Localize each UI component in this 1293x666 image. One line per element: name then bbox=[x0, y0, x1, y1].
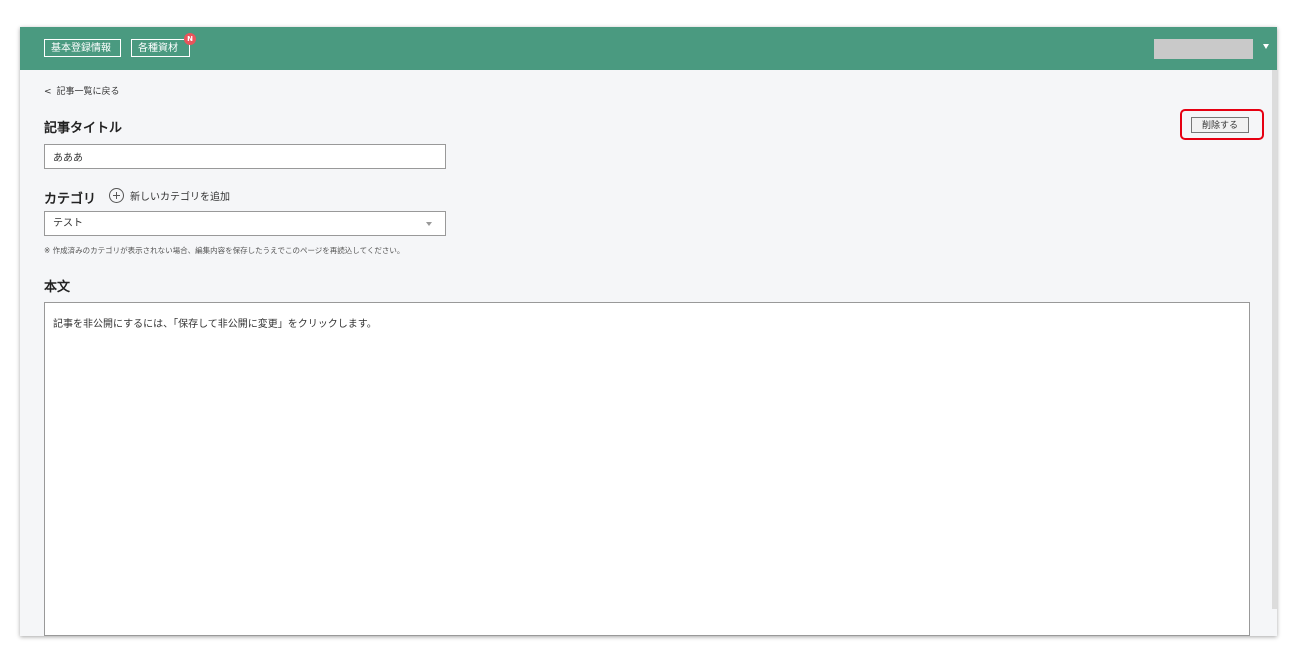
nav-basic-info-label: 基本登録情報 bbox=[51, 43, 111, 54]
nav-materials-label: 各種資材 bbox=[138, 43, 178, 54]
add-category-button[interactable]: 新しいカテゴリを追加 bbox=[109, 186, 230, 204]
category-heading: カテゴリ bbox=[44, 192, 97, 207]
new-badge: N bbox=[184, 33, 196, 45]
delete-button-highlight: 削除する bbox=[1180, 109, 1264, 140]
page-scrollbar[interactable] bbox=[1272, 70, 1277, 609]
back-to-list-link[interactable]: < 記事一覧に戻る bbox=[44, 84, 120, 97]
chevron-down-icon bbox=[426, 222, 432, 226]
user-menu-caret-icon[interactable] bbox=[1263, 44, 1269, 49]
category-select[interactable]: テスト bbox=[44, 211, 446, 236]
nav-basic-info-button[interactable]: 基本登録情報 bbox=[44, 39, 121, 57]
category-note: ※ 作成済みのカテゴリが表示されない場合、編集内容を保存したうえでこのページを再… bbox=[44, 246, 405, 255]
category-select-value: テスト bbox=[53, 218, 83, 229]
app-window: 基本登録情報 各種資材 N <記事一覧に戻る 記事タイトル 削除する カテゴリ … bbox=[20, 27, 1277, 636]
nav-materials-button[interactable]: 各種資材 N bbox=[131, 33, 196, 57]
body-textarea[interactable]: 記事を非公開にするには、「保存して非公開に変更」をクリックします。 bbox=[44, 302, 1250, 636]
top-nav-bar: 基本登録情報 各種資材 N bbox=[20, 27, 1277, 70]
add-category-label: 新しいカテゴリを追加 bbox=[130, 191, 230, 203]
delete-button[interactable]: 削除する bbox=[1191, 117, 1249, 133]
chevron-left-icon: < bbox=[44, 87, 52, 97]
back-link-label: 記事一覧に戻る bbox=[56, 87, 120, 97]
user-account-box[interactable] bbox=[1154, 39, 1253, 59]
article-title-heading: 記事タイトル bbox=[44, 121, 123, 136]
plus-circle-icon bbox=[109, 187, 124, 203]
article-title-input[interactable] bbox=[44, 144, 446, 169]
body-heading: 本文 bbox=[44, 280, 71, 295]
